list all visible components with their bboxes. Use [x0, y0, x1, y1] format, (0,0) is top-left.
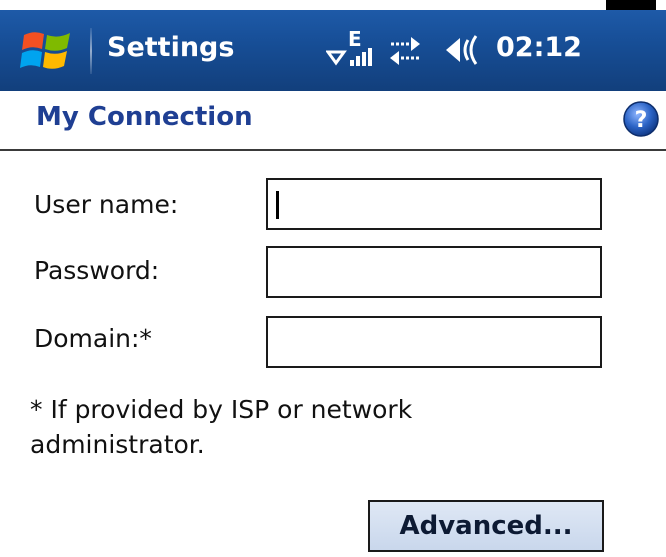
text-caret — [276, 191, 279, 219]
domain-label: Domain:* — [34, 324, 152, 353]
help-icon-glyph: ? — [635, 108, 648, 133]
title-bar-top-edge — [606, 0, 656, 10]
help-icon[interactable]: ? — [622, 100, 660, 138]
domain-input[interactable] — [266, 316, 602, 368]
advanced-button[interactable]: Advanced... — [368, 500, 604, 552]
network-type-label: E — [348, 28, 362, 51]
password-label: Password: — [34, 256, 160, 285]
signal-icon[interactable]: E — [326, 28, 374, 72]
title-bar: Settings E 02:12 — [0, 0, 666, 91]
clock[interactable]: 02:12 — [496, 28, 582, 68]
title-divider — [90, 28, 92, 74]
username-input[interactable] — [266, 178, 602, 230]
volume-icon[interactable] — [442, 30, 488, 70]
page-title: My Connection — [36, 102, 253, 132]
sync-icon[interactable] — [385, 30, 425, 70]
password-input[interactable] — [266, 246, 602, 298]
username-label: User name: — [34, 190, 179, 219]
app-title: Settings — [107, 32, 235, 63]
windows-start-icon[interactable] — [18, 27, 76, 75]
domain-note: * If provided by ISP or network administ… — [30, 395, 413, 459]
screen: Settings E 02:12 My Connection ? User na… — [0, 0, 666, 557]
